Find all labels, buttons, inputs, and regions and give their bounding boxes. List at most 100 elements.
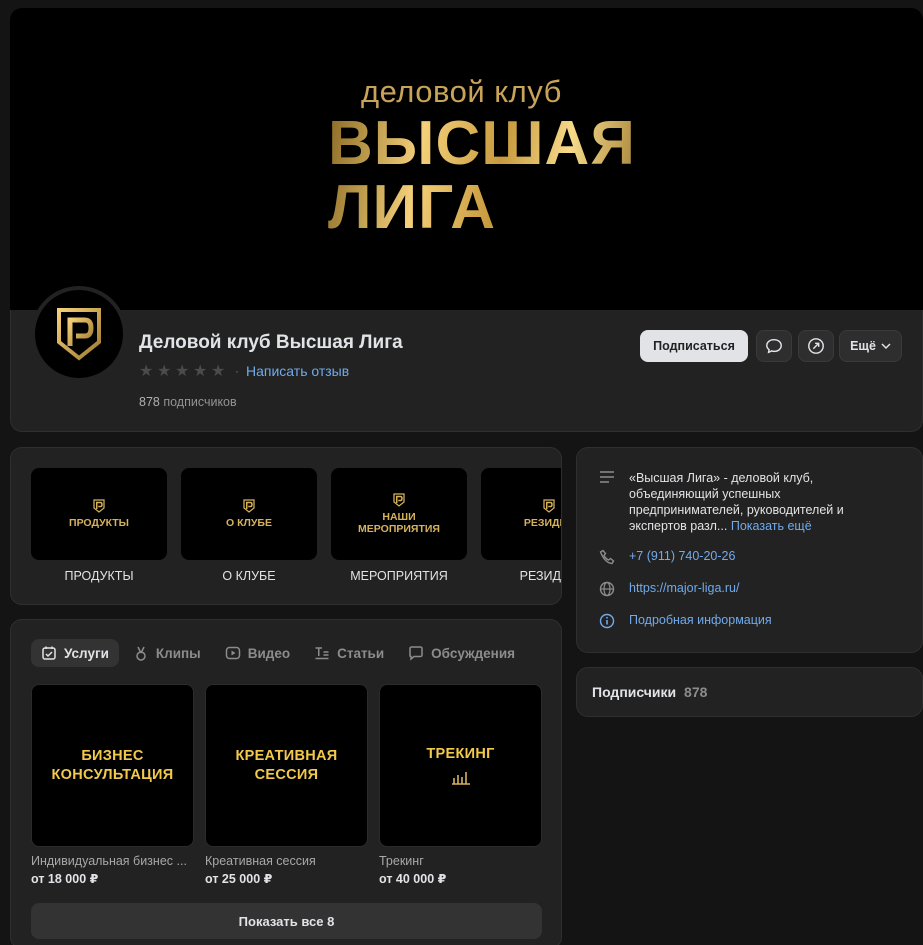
product-image[interactable]: КРЕАТИВНАЯ СЕССИЯ (205, 684, 368, 847)
menu-item-events[interactable]: НАШИ МЕРОПРИЯТИЯ МЕРОПРИЯТИЯ (331, 468, 467, 583)
product-card[interactable]: КРЕАТИВНАЯ СЕССИЯ Креативная сессия от 2… (205, 684, 368, 886)
product-name[interactable]: Трекинг (379, 854, 542, 868)
info-card: «Высшая Лига» - деловой клуб, объединяющ… (576, 447, 923, 653)
tab-label: Видео (247, 645, 291, 661)
product-image[interactable]: БИЗНЕС КОНСУЛЬТАЦИЯ (31, 684, 194, 847)
menu-tile: О КЛУБЕ (181, 468, 317, 560)
product-price: от 25 000 ₽ (205, 872, 273, 886)
menu-label: О КЛУБЕ (222, 569, 276, 583)
tab-discussions[interactable]: Обсуждения (398, 639, 525, 667)
product-image-text: ТРЕКИНГ (426, 746, 495, 762)
tab-clips[interactable]: Клипы (123, 639, 211, 667)
message-button[interactable] (756, 330, 792, 362)
video-icon (225, 646, 240, 660)
subscribers-card-count: 878 (684, 684, 708, 700)
product-name[interactable]: Индивидуальная бизнес ... (31, 854, 194, 868)
tab-label: Статьи (337, 645, 385, 661)
show-more-link[interactable]: Показать ещё (731, 519, 812, 533)
content-tabs: Услуги Клипы Видео Статьи Обсуждения (31, 639, 525, 667)
share-arrow-icon (808, 338, 824, 354)
message-icon (766, 338, 782, 354)
menu-item-about[interactable]: О КЛУБЕ О КЛУБЕ (181, 468, 317, 583)
menu-tile: РЕЗИДЕН (481, 468, 561, 560)
cover-subtitle: деловой клуб (361, 74, 562, 109)
community-menu: ПРОДУКТЫ ПРОДУКТЫ О КЛУБЕ О КЛУБЕ НАШИ М… (10, 447, 562, 605)
subscribers-label: подписчиков (163, 395, 237, 409)
cover-title: ВЫСШАЯ ЛИГА (328, 112, 636, 240)
chart-bars-icon (451, 772, 470, 785)
star-icon[interactable]: ★ (139, 363, 154, 379)
cover-title-line-2: ЛИГА (328, 173, 497, 242)
products-list: БИЗНЕС КОНСУЛЬТАЦИЯ Индивидуальная бизне… (31, 684, 542, 886)
star-icon[interactable]: ★ (157, 363, 172, 379)
avatar[interactable] (31, 286, 127, 382)
chevron-down-icon (881, 343, 891, 350)
info-icon (599, 613, 615, 629)
tab-label: Обсуждения (431, 645, 515, 661)
subscribers-count[interactable]: 878 подписчиков (139, 395, 237, 409)
description: «Высшая Лига» - деловой клуб, объединяющ… (629, 470, 869, 534)
product-image-text: БИЗНЕС КОНСУЛЬТАЦИЯ (51, 747, 174, 783)
tab-label: Услуги (64, 645, 109, 661)
club-logo-icon (393, 493, 405, 507)
content-section: Услуги Клипы Видео Статьи Обсуждения БИЗ… (10, 619, 562, 945)
phone-icon (599, 549, 615, 565)
club-logo-icon (243, 499, 255, 513)
menu-tile: НАШИ МЕРОПРИЯТИЯ (331, 468, 467, 560)
website-row: https://major-liga.ru/ (597, 581, 739, 597)
menu-tile-text: ПРОДУКТЫ (69, 517, 129, 529)
services-icon (42, 646, 56, 660)
tab-articles[interactable]: Статьи (304, 639, 394, 667)
details-link[interactable]: Подробная информация (629, 613, 772, 627)
menu-item-residents[interactable]: РЕЗИДЕН РЕЗИДЕН (481, 468, 562, 583)
menu-tile-text: РЕЗИДЕН (523, 517, 561, 529)
cover-title-line-1: ВЫСШАЯ (328, 109, 636, 178)
subscribers-title: Подписчики 878 (592, 684, 707, 700)
separator-dot: · (235, 364, 239, 378)
profile-header: Деловой клуб Высшая Лига ★ ★ ★ ★ ★ · Нап… (10, 286, 923, 432)
show-all-button[interactable]: Показать все 8 (31, 903, 542, 939)
menu-tile-text: О КЛУБЕ (226, 517, 272, 529)
club-logo-icon (57, 308, 101, 361)
description-row: «Высшая Лига» - деловой клуб, объединяющ… (597, 470, 869, 534)
product-image-text: КРЕАТИВНАЯ СЕССИЯ (235, 747, 338, 783)
clips-icon (136, 646, 146, 661)
tab-services[interactable]: Услуги (31, 639, 119, 667)
menu-label: ПРОДУКТЫ (64, 569, 134, 583)
product-price: от 18 000 ₽ (31, 872, 99, 886)
product-price: от 40 000 ₽ (379, 872, 447, 886)
globe-icon (599, 581, 615, 597)
rating: ★ ★ ★ ★ ★ · Написать отзыв (139, 363, 349, 379)
more-button[interactable]: Ещё (839, 330, 902, 362)
subscribers-number: 878 (139, 395, 160, 409)
product-name[interactable]: Креативная сессия (205, 854, 368, 868)
subscribe-button[interactable]: Подписаться (640, 330, 748, 362)
tab-video[interactable]: Видео (215, 639, 300, 667)
phone-row: +7 (911) 740-20-26 (597, 549, 735, 565)
articles-icon (315, 647, 329, 660)
cover-image: деловой клуб ВЫСШАЯ ЛИГА (10, 8, 923, 318)
details-row: Подробная информация (597, 613, 772, 629)
community-name: Деловой клуб Высшая Лига (139, 332, 403, 353)
star-icon[interactable]: ★ (211, 363, 226, 379)
star-icon[interactable]: ★ (193, 363, 208, 379)
product-image[interactable]: ТРЕКИНГ (379, 684, 542, 847)
menu-label: РЕЗИДЕН (519, 569, 562, 583)
phone-link[interactable]: +7 (911) 740-20-26 (629, 549, 735, 563)
discussions-icon (409, 646, 423, 661)
write-review-link[interactable]: Написать отзыв (246, 363, 349, 379)
product-card[interactable]: ТРЕКИНГ Трекинг от 40 000 ₽ (379, 684, 542, 886)
menu-tile-text: НАШИ МЕРОПРИЯТИЯ (358, 511, 440, 535)
subscribers-card[interactable]: Подписчики 878 (576, 667, 923, 717)
share-button[interactable] (798, 330, 834, 362)
more-label: Ещё (850, 339, 876, 353)
menu-tile: ПРОДУКТЫ (31, 468, 167, 560)
menu-item-products[interactable]: ПРОДУКТЫ ПРОДУКТЫ (31, 468, 167, 583)
star-icon[interactable]: ★ (175, 363, 190, 379)
website-link[interactable]: https://major-liga.ru/ (629, 581, 739, 595)
club-logo-icon (543, 499, 555, 513)
description-icon (600, 471, 614, 483)
product-card[interactable]: БИЗНЕС КОНСУЛЬТАЦИЯ Индивидуальная бизне… (31, 684, 194, 886)
club-logo-icon (93, 499, 105, 513)
tab-label: Клипы (155, 645, 201, 661)
